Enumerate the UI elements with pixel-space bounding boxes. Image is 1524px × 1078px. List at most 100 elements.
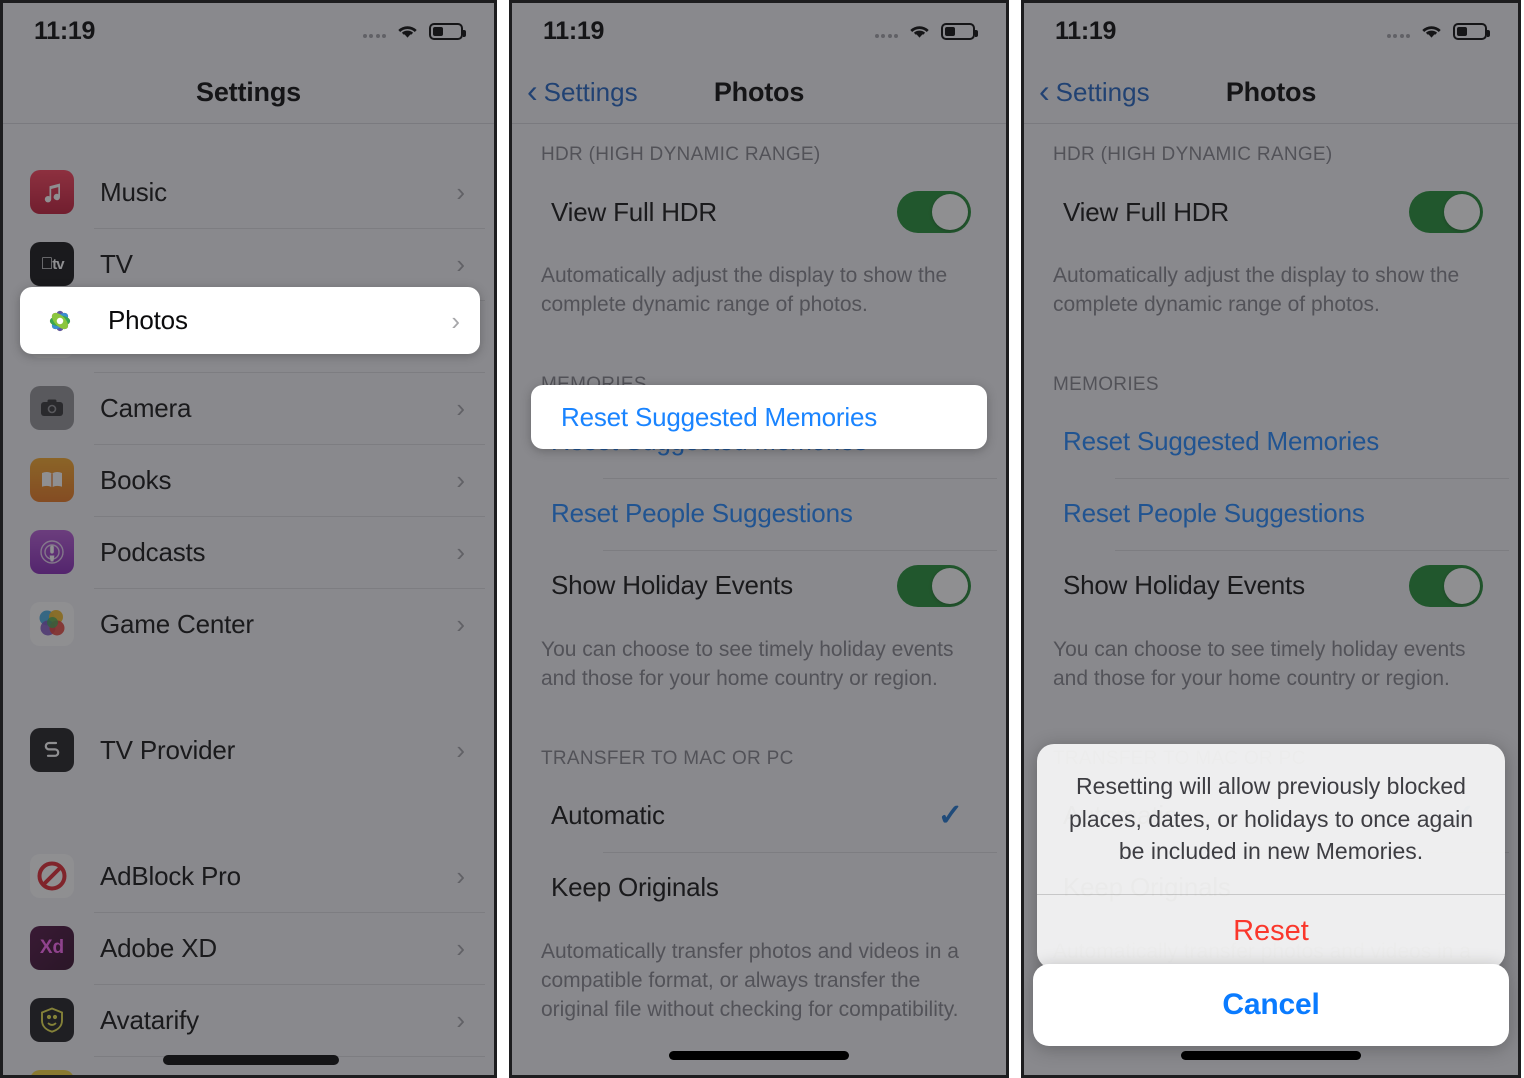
sidebar-item-music[interactable]: Music › (12, 156, 485, 228)
status-clock: 11:19 (34, 16, 96, 45)
highlighted-row-photos[interactable]: Photos › (20, 287, 480, 354)
section-header-hdr: HDR (HIGH DYNAMIC RANGE) (1053, 144, 1333, 165)
battery-low-icon (941, 22, 978, 40)
chevron-right-icon: › (451, 305, 460, 336)
row-show-holiday-events[interactable]: Show Holiday Events (1033, 549, 1509, 622)
alert-message: Resetting will allow previously blocked … (1068, 773, 1474, 865)
checkmark-icon: ✓ (937, 798, 963, 832)
panel-settings-list: 11:19 Settings Music › tv TV › Camera › … (0, 0, 497, 1078)
sidebar-item-label: TV (100, 248, 133, 279)
toggle-show-holiday-events[interactable] (1409, 564, 1483, 607)
row-label-show-holiday-events: Show Holiday Events (551, 570, 793, 601)
section-footer-memories: You can choose to see timely holiday eve… (541, 637, 954, 690)
camera-app-icon (30, 386, 74, 430)
home-indicator (669, 1051, 849, 1060)
row-show-holiday-events[interactable]: Show Holiday Events (521, 549, 997, 622)
section-footer-transfer: Automatically transfer photos and videos… (541, 939, 959, 1021)
row-label-view-full-hdr: View Full HDR (551, 196, 717, 227)
toggle-view-full-hdr[interactable] (897, 191, 971, 233)
chevron-right-icon: › (456, 393, 465, 423)
basecamp-app-icon (30, 1070, 74, 1078)
chevron-right-icon: › (456, 465, 465, 495)
settings-group-hdr: View Full HDR (521, 176, 997, 248)
row-reset-people-suggestions[interactable]: Reset People Suggestions (1033, 477, 1509, 550)
row-view-full-hdr[interactable]: View Full HDR (1033, 176, 1509, 248)
settings-group-tv-provider: TV Provider › (12, 714, 485, 786)
battery-low-icon (429, 22, 466, 40)
row-label-view-full-hdr: View Full HDR (1063, 196, 1229, 227)
sidebar-item-label: Books (100, 464, 172, 495)
settings-group-memories: Reset Suggested Memories Reset People Su… (1033, 405, 1509, 622)
sidebar-item-avatarify[interactable]: Avatarify › (12, 984, 485, 1056)
cellular-dots-icon (1386, 24, 1410, 38)
back-button-label: Settings (543, 77, 638, 107)
chevron-right-icon: › (456, 933, 465, 963)
adobe-xd-app-icon: Xd (30, 926, 74, 970)
section-header-hdr: HDR (HIGH DYNAMIC RANGE) (541, 144, 821, 165)
row-view-full-hdr[interactable]: View Full HDR (521, 176, 997, 248)
sidebar-item-label: Adobe XD (100, 932, 217, 963)
section-header-transfer: TRANSFER TO MAC OR PC (541, 747, 794, 769)
sidebar-item-adblock-pro[interactable]: AdBlock Pro › (12, 840, 485, 912)
sidebar-item-camera[interactable]: Camera › (12, 372, 485, 444)
back-button[interactable]: ‹ Settings (527, 62, 638, 123)
podcasts-app-icon (30, 530, 74, 574)
reset-confirmation-alert: Resetting will allow previously blocked … (1037, 744, 1505, 969)
chevron-right-icon: › (456, 735, 465, 765)
back-button[interactable]: ‹ Settings (1039, 62, 1150, 123)
section-footer-hdr: Automatically adjust the display to show… (1053, 264, 1460, 316)
panel-reset-confirm-alert: 11:19 ‹ Settings Photos HDR (HIGH DYNAMI… (1021, 0, 1521, 1078)
iphone-screen-2: 11:19 ‹ Settings Photos HDR (HIGH DYNAMI… (509, 0, 1009, 1078)
status-clock: 11:19 (543, 16, 605, 45)
toggle-view-full-hdr[interactable] (1409, 191, 1483, 233)
cancel-button[interactable]: Cancel (1033, 964, 1509, 1046)
sidebar-item-adobe-xd[interactable]: Xd Adobe XD › (12, 912, 485, 984)
settings-group-apple-apps: Music › tv TV › (12, 156, 485, 660)
nav-bar: ‹ Settings Photos (509, 62, 1009, 124)
page-title: Settings (196, 77, 301, 107)
row-label-reset-people-suggestions: Reset People Suggestions (551, 498, 853, 529)
photos-app-icon (38, 298, 82, 343)
sidebar-item-label: Podcasts (100, 536, 206, 567)
sidebar-item-tv-provider[interactable]: TV Provider › (12, 714, 485, 786)
adblock-pro-app-icon (30, 854, 74, 898)
status-indicators (1386, 22, 1490, 40)
chevron-right-icon: › (456, 537, 465, 567)
page-title: Photos (713, 77, 805, 107)
status-bar: 11:19 (1021, 0, 1521, 62)
sidebar-item-label: AdBlock Pro (100, 860, 241, 891)
cellular-dots-icon (362, 24, 386, 38)
sidebar-item-game-center[interactable]: Game Center › (12, 588, 485, 660)
cellular-dots-icon (874, 24, 898, 38)
settings-group-third-party-apps: AdBlock Pro › Xd Adobe XD › Avatarify › (12, 840, 485, 1078)
game-center-app-icon (30, 602, 74, 646)
redaction-bar (163, 1055, 339, 1065)
toggle-show-holiday-events[interactable] (897, 564, 971, 607)
highlighted-row-label: Reset Suggested Memories (561, 401, 878, 432)
row-reset-people-suggestions[interactable]: Reset People Suggestions (521, 477, 997, 550)
panel-photos-settings: 11:19 ‹ Settings Photos HDR (HIGH DYNAMI… (509, 0, 1009, 1078)
chevron-right-icon: › (456, 861, 465, 891)
row-transfer-automatic[interactable]: Automatic ✓ (521, 780, 997, 852)
cancel-button-label: Cancel (1222, 988, 1320, 1021)
section-footer-memories: You can choose to see timely holiday eve… (1053, 637, 1466, 690)
section-footer-hdr: Automatically adjust the display to show… (541, 264, 948, 316)
avatarify-app-icon (30, 998, 74, 1042)
row-reset-suggested-memories[interactable]: Reset Suggested Memories (1033, 406, 1509, 478)
row-transfer-keep-originals[interactable]: Keep Originals (521, 851, 997, 924)
chevron-right-icon: › (456, 1005, 465, 1035)
sidebar-item-podcasts[interactable]: Podcasts › (12, 516, 485, 588)
sidebar-item-label: Avatarify (100, 1004, 199, 1035)
wifi-icon (395, 22, 420, 40)
row-label-reset-people-suggestions: Reset People Suggestions (1063, 498, 1365, 529)
sidebar-item-books[interactable]: Books › (12, 444, 485, 516)
reset-button[interactable]: Reset (1037, 895, 1505, 969)
status-indicators (874, 22, 978, 40)
chevron-left-icon: ‹ (1039, 73, 1050, 109)
highlighted-row-reset-suggested-memories[interactable]: Reset Suggested Memories (531, 385, 987, 449)
wifi-icon (907, 22, 932, 40)
tv-app-icon: tv (30, 242, 74, 286)
battery-low-icon (1453, 22, 1490, 40)
back-button-label: Settings (1055, 77, 1150, 107)
sidebar-item-label: TV Provider (100, 734, 236, 765)
